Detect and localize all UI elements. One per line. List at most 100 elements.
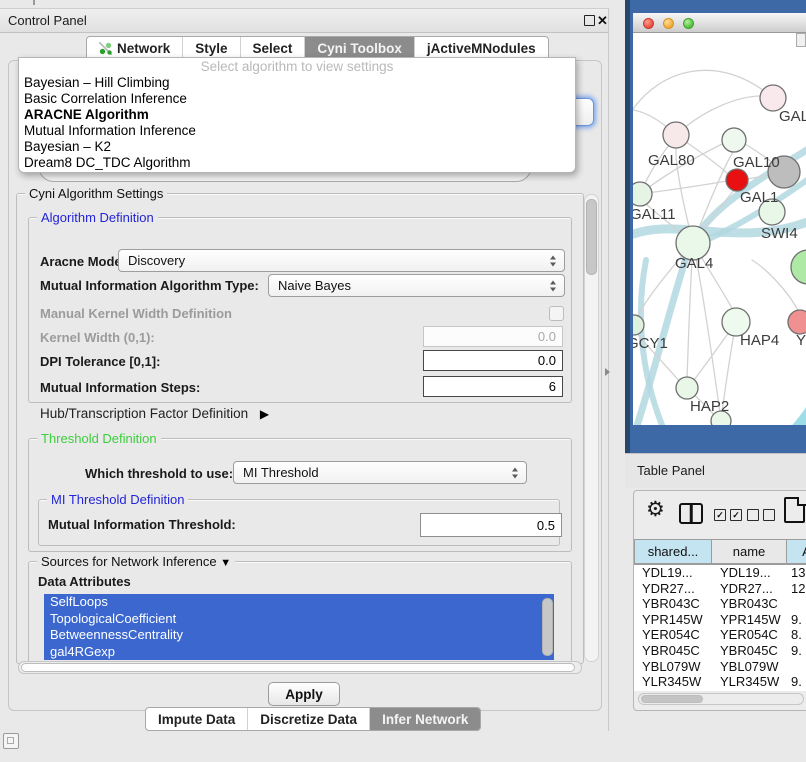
- column-header-a[interactable]: A: [787, 539, 806, 564]
- bottom-tab-impute-data[interactable]: Impute Data: [146, 708, 247, 730]
- table-cell[interactable]: YDR27...: [712, 581, 787, 597]
- network-window-titlebar[interactable]: [633, 13, 806, 33]
- manual-kernel-checkbox[interactable]: [549, 306, 564, 321]
- table-row[interactable]: YDL19...YDL19...13: [634, 565, 806, 581]
- deselect-all-checks-icon[interactable]: [747, 509, 775, 521]
- attribute-item-gal4rgexp[interactable]: gal4RGexp: [44, 644, 554, 661]
- table-cell[interactable]: YBR043C: [634, 596, 712, 612]
- mi-threshold-input[interactable]: 0.5: [420, 513, 562, 537]
- column-header-shared[interactable]: shared...: [634, 539, 712, 564]
- table-cell[interactable]: 9: [787, 690, 806, 691]
- table-cell[interactable]: 9.: [787, 643, 806, 659]
- table-cell[interactable]: YER054C: [712, 627, 787, 643]
- network-node-gal1[interactable]: [726, 169, 748, 191]
- table-cell[interactable]: YBL079W: [712, 659, 787, 675]
- table-cell[interactable]: YPR145W: [634, 612, 712, 628]
- kernel-width-input[interactable]: 0.0: [423, 326, 563, 347]
- column-header-name[interactable]: name: [712, 539, 787, 564]
- table-cell[interactable]: YDL19...: [634, 565, 712, 581]
- table-cell[interactable]: YPR145W: [712, 612, 787, 628]
- hub-definition-toggle[interactable]: Hub/Transcription Factor Definition ▶: [40, 404, 269, 424]
- table-cell[interactable]: 9.: [787, 674, 806, 690]
- mi-type-select[interactable]: Naive Bayes: [268, 274, 565, 297]
- table-cell[interactable]: [787, 596, 806, 612]
- algorithm-option-basic-correlation-inference[interactable]: Basic Correlation Inference: [19, 91, 575, 107]
- table-cell[interactable]: YDR27...: [634, 581, 712, 597]
- select-all-checks-icon[interactable]: ✓ ✓: [714, 509, 742, 521]
- network-edge[interactable]: [635, 148, 806, 425]
- bottom-tab-infer-network[interactable]: Infer Network: [369, 708, 480, 730]
- settings-vscroll-thumb[interactable]: [586, 199, 597, 275]
- network-node[interactable]: [791, 250, 806, 284]
- table-cell[interactable]: YBR043C: [712, 596, 787, 612]
- which-threshold-select[interactable]: MI Threshold: [233, 461, 527, 484]
- float-window-icon[interactable]: [584, 15, 595, 26]
- network-edge[interactable]: [752, 410, 806, 425]
- close-icon[interactable]: ✕: [597, 9, 608, 32]
- dpi-tolerance-input[interactable]: 0.0: [423, 350, 563, 371]
- gear-icon[interactable]: ⚙: [646, 499, 665, 520]
- table-row[interactable]: YPR145WYPR145W9.: [634, 612, 806, 628]
- attribute-item-betweennesscentrality[interactable]: BetweennessCentrality: [44, 627, 554, 644]
- algorithm-option-bayesian-hill-climbing[interactable]: Bayesian – Hill Climbing: [19, 75, 575, 91]
- network-node-label-gal80: GAL80: [648, 152, 695, 169]
- network-canvas[interactable]: GALGAL80GAL10GAL1GAL11SWI4GAL4GCY1HAP4YH…: [633, 33, 806, 425]
- network-edge[interactable]: [633, 70, 773, 112]
- network-scrollbar-stub[interactable]: [796, 33, 806, 47]
- minimized-panel-icon[interactable]: [3, 733, 19, 749]
- network-node-y[interactable]: [788, 310, 806, 334]
- aracne-mode-select[interactable]: Discovery: [118, 249, 565, 272]
- columns-icon[interactable]: [679, 503, 703, 524]
- algorithm-option-aracne-algorithm[interactable]: ARACNE Algorithm: [19, 107, 575, 123]
- table-cell[interactable]: YBL079W: [634, 659, 712, 675]
- table-row[interactable]: YLR345WYLR345W9.: [634, 674, 806, 690]
- table-row[interactable]: YBR043CYBR043C: [634, 596, 806, 612]
- network-node-gal11[interactable]: [633, 182, 652, 206]
- table-row[interactable]: YBR045CYBR045C9.: [634, 643, 806, 659]
- attribute-item-topologicalcoefficient[interactable]: TopologicalCoefficient: [44, 611, 554, 628]
- table-cell[interactable]: 12: [787, 581, 806, 597]
- settings-horizontal-scrollbar[interactable]: [18, 661, 582, 674]
- table-hscroll-thumb[interactable]: [641, 695, 703, 703]
- table-cell[interactable]: YBR045C: [712, 643, 787, 659]
- traffic-light-minimize-icon[interactable]: [663, 18, 674, 29]
- table-cell[interactable]: YBR045C: [634, 643, 712, 659]
- table-cell[interactable]: YLR345W: [634, 674, 712, 690]
- table-cell[interactable]: YDL19...: [712, 565, 787, 581]
- table-cell[interactable]: YER054C: [634, 627, 712, 643]
- apply-button[interactable]: Apply: [268, 682, 340, 706]
- table-row[interactable]: YDR27...YDR27...12: [634, 581, 806, 597]
- network-edge[interactable]: [676, 96, 761, 135]
- table-cell[interactable]: 8.: [787, 627, 806, 643]
- table-cell[interactable]: [787, 659, 806, 675]
- sources-group-title[interactable]: Sources for Network Inference ▼: [37, 554, 235, 569]
- settings-vertical-scrollbar[interactable]: [584, 194, 599, 662]
- control-panel-titlebar: Control Panel ✕: [0, 8, 608, 33]
- settings-hscroll-thumb[interactable]: [21, 663, 575, 672]
- panel-divider-handle[interactable]: [605, 368, 610, 376]
- table-row[interactable]: YBL079WYBL079W: [634, 659, 806, 675]
- network-node-gal10[interactable]: [722, 128, 746, 152]
- network-node-hap2[interactable]: [676, 377, 698, 399]
- bottom-tabs: Impute DataDiscretize DataInfer Network: [145, 707, 481, 731]
- algorithm-option-bayesian-k2[interactable]: Bayesian – K2: [19, 139, 575, 155]
- algorithm-option-mutual-information-inference[interactable]: Mutual Information Inference: [19, 123, 575, 139]
- network-node-label-gal11: GAL11: [633, 206, 676, 223]
- table-row[interactable]: YER054CYER054C8.: [634, 627, 806, 643]
- attributes-list-scroll-thumb[interactable]: [542, 598, 553, 656]
- bottom-tab-discretize-data[interactable]: Discretize Data: [247, 708, 369, 730]
- table-row[interactable]: YIL052CYIL052C9: [634, 690, 806, 691]
- table-cell[interactable]: 13: [787, 565, 806, 581]
- table-cell[interactable]: YIL052C: [712, 690, 787, 691]
- attribute-item-selfloops[interactable]: SelfLoops: [44, 594, 554, 611]
- new-table-file-icon[interactable]: [784, 497, 805, 523]
- traffic-light-zoom-icon[interactable]: [683, 18, 694, 29]
- table-horizontal-scrollbar[interactable]: [638, 693, 804, 705]
- network-node-gal80[interactable]: [663, 122, 689, 148]
- table-cell[interactable]: 9.: [787, 612, 806, 628]
- table-cell[interactable]: YLR345W: [712, 674, 787, 690]
- algorithm-option-dream8-dc-tdc-algorithm[interactable]: Dream8 DC_TDC Algorithm: [19, 155, 575, 171]
- traffic-light-close-icon[interactable]: [643, 18, 654, 29]
- table-cell[interactable]: YIL052C: [634, 690, 712, 691]
- mi-steps-input[interactable]: 6: [423, 376, 563, 397]
